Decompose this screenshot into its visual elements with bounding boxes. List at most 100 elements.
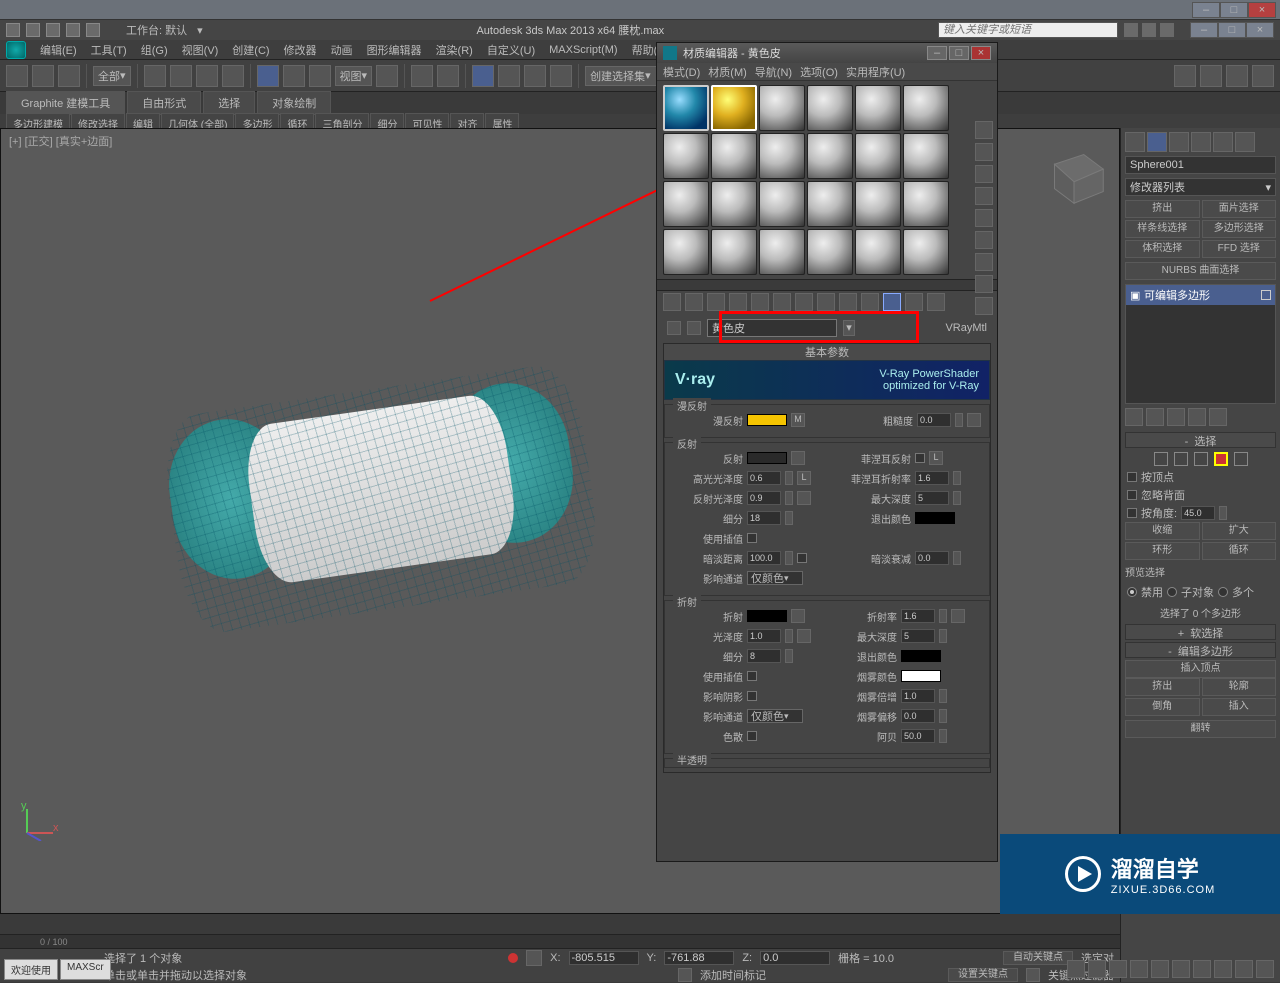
btn-extrude2[interactable]: 挤出 xyxy=(1125,678,1200,696)
subobj-element-icon[interactable] xyxy=(1234,452,1248,466)
show-result-icon[interactable] xyxy=(1146,408,1164,426)
menu-group[interactable]: 组(G) xyxy=(135,40,174,60)
viewport-label[interactable]: [+] [正交] [真实+边面] xyxy=(9,133,112,149)
pin-stack-icon[interactable] xyxy=(1125,408,1143,426)
create-panel-icon[interactable] xyxy=(1125,132,1145,152)
material-slot[interactable] xyxy=(807,181,853,227)
info-icon[interactable] xyxy=(1124,23,1138,37)
refr-maxdepth-input[interactable] xyxy=(901,629,935,643)
material-slot[interactable] xyxy=(663,229,709,275)
lock-selection-icon[interactable] xyxy=(508,953,518,963)
btn-ring[interactable]: 环形 xyxy=(1125,542,1200,560)
angle-input[interactable] xyxy=(1181,506,1215,520)
fog-color-swatch[interactable] xyxy=(901,670,941,682)
object-name-input[interactable] xyxy=(1125,156,1276,174)
app-maximize-button[interactable]: □ xyxy=(1218,22,1246,38)
percent-snap-icon[interactable] xyxy=(524,65,546,87)
open-icon[interactable] xyxy=(26,23,40,37)
material-slot[interactable] xyxy=(807,85,853,131)
refract-swatch[interactable] xyxy=(747,610,787,622)
btn-inset[interactable]: 插入 xyxy=(1202,698,1277,716)
angle-snap-icon[interactable] xyxy=(498,65,520,87)
material-slot[interactable] xyxy=(759,85,805,131)
material-slot[interactable] xyxy=(663,181,709,227)
viewcube-icon[interactable] xyxy=(1035,135,1113,213)
refl-interp-checkbox[interactable] xyxy=(747,533,757,543)
pan-icon[interactable] xyxy=(1214,960,1232,978)
material-slot[interactable] xyxy=(855,133,901,179)
keyboard-icon[interactable] xyxy=(437,65,459,87)
radio-disable[interactable] xyxy=(1127,587,1137,597)
refr-affect-dropdown[interactable]: 仅颜色 ▾ xyxy=(747,709,803,723)
coord-y-input[interactable] xyxy=(664,951,734,965)
dimfall-input[interactable] xyxy=(915,551,949,565)
me-menu-util[interactable]: 实用程序(U) xyxy=(846,64,905,80)
material-slot[interactable] xyxy=(759,133,805,179)
material-slot[interactable] xyxy=(807,229,853,275)
go-forward-icon[interactable] xyxy=(905,293,923,311)
select-icon[interactable] xyxy=(144,65,166,87)
subobj-border-icon[interactable] xyxy=(1194,452,1208,466)
rotate-icon[interactable] xyxy=(283,65,305,87)
hilight-input[interactable] xyxy=(747,471,781,485)
reflgloss-input[interactable] xyxy=(747,491,781,505)
material-slot[interactable] xyxy=(759,181,805,227)
backlight-icon[interactable] xyxy=(975,143,993,161)
coord-x-input[interactable] xyxy=(569,951,639,965)
close-button[interactable]: × xyxy=(1248,2,1276,18)
tab-graphite[interactable]: Graphite 建模工具 xyxy=(6,91,125,115)
me-menu-material[interactable]: 材质(M) xyxy=(708,64,747,80)
stack-item-editable-poly[interactable]: ▣可编辑多边形 xyxy=(1126,285,1275,305)
rollout-selection-header[interactable]: - 选择 xyxy=(1125,432,1276,448)
spinner-icon[interactable] xyxy=(1219,506,1227,520)
me-menu-nav[interactable]: 导航(N) xyxy=(755,64,792,80)
link-icon[interactable] xyxy=(6,65,28,87)
unlink-icon[interactable] xyxy=(32,65,54,87)
save-icon[interactable] xyxy=(46,23,60,37)
app-logo-icon[interactable] xyxy=(6,41,26,59)
spinner-icon[interactable] xyxy=(939,689,947,703)
menu-maxscript[interactable]: MAXScript(M) xyxy=(543,42,623,58)
refr-exit-swatch[interactable] xyxy=(901,650,941,662)
fresnel-lock-button[interactable]: L xyxy=(929,451,943,465)
make-unique-icon[interactable] xyxy=(773,293,791,311)
reflgloss-map-button[interactable] xyxy=(797,491,811,505)
app-close-button[interactable]: × xyxy=(1246,22,1274,38)
material-slot[interactable] xyxy=(903,181,949,227)
select-name-icon[interactable] xyxy=(170,65,192,87)
material-editor-icon[interactable] xyxy=(1174,65,1196,87)
material-slot-2[interactable] xyxy=(711,85,757,131)
refrgloss-input[interactable] xyxy=(747,629,781,643)
move-icon[interactable] xyxy=(257,65,279,87)
material-slot[interactable] xyxy=(807,133,853,179)
menu-customize[interactable]: 自定义(U) xyxy=(481,40,541,60)
btn-vol-sel[interactable]: 体积选择 xyxy=(1125,240,1200,258)
select-by-mat-icon[interactable] xyxy=(975,275,993,293)
rollout-basic-header[interactable]: 基本参数 xyxy=(664,344,990,360)
material-slot[interactable] xyxy=(903,229,949,275)
get-material-icon[interactable] xyxy=(663,293,681,311)
search-input[interactable] xyxy=(938,22,1118,38)
btn-extrude[interactable]: 挤出 xyxy=(1125,200,1200,218)
diffuse-map-button[interactable]: M xyxy=(791,413,805,427)
roughness-map-button[interactable] xyxy=(967,413,981,427)
transform-type-in-icon[interactable] xyxy=(526,950,542,966)
menu-views[interactable]: 视图(V) xyxy=(176,40,225,60)
abbe-input[interactable] xyxy=(901,729,935,743)
material-slot[interactable] xyxy=(711,229,757,275)
subobj-vertex-icon[interactable] xyxy=(1154,452,1168,466)
spinner-icon[interactable] xyxy=(953,491,961,505)
by-angle-checkbox[interactable] xyxy=(1127,508,1137,518)
dimdist-input[interactable] xyxy=(747,551,781,565)
fogbias-input[interactable] xyxy=(901,709,935,723)
tab-selection[interactable]: 选择 xyxy=(203,91,255,115)
material-slot[interactable] xyxy=(855,85,901,131)
refract-map-button[interactable] xyxy=(791,609,805,623)
material-slot[interactable] xyxy=(663,133,709,179)
me-maximize-button[interactable]: □ xyxy=(949,46,969,60)
btn-poly-sel[interactable]: 多边形选择 xyxy=(1202,220,1277,238)
redo-icon[interactable] xyxy=(86,23,100,37)
hilight-lock-button[interactable]: L xyxy=(797,471,811,485)
put-to-lib-icon[interactable] xyxy=(795,293,813,311)
reset-map-icon[interactable] xyxy=(729,293,747,311)
